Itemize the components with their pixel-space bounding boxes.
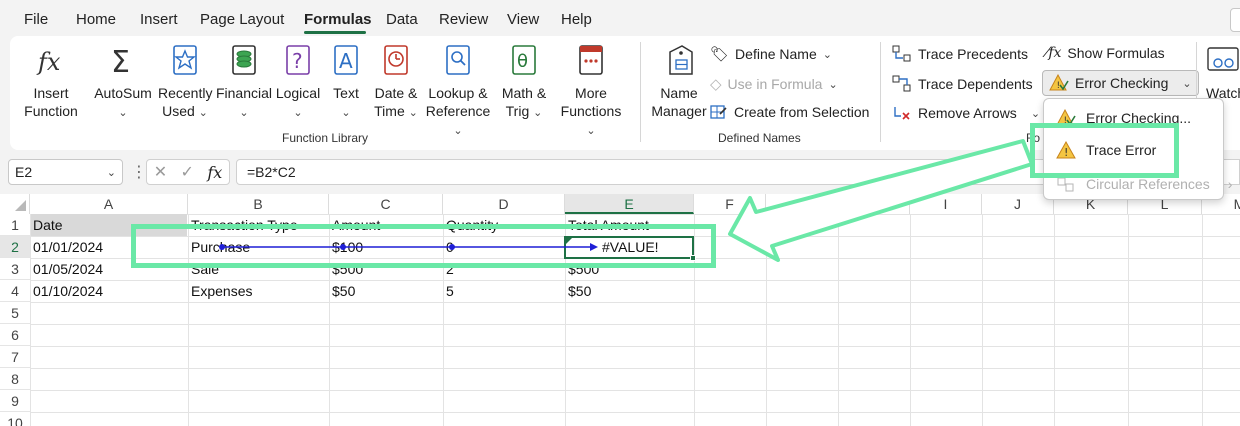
annotation-arrow <box>728 139 1034 262</box>
